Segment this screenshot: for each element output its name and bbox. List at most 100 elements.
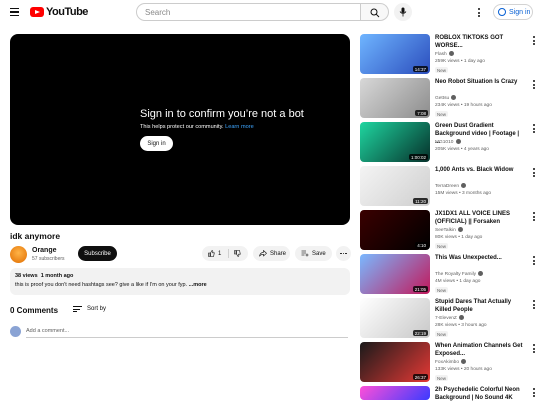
verified-icon (451, 95, 457, 100)
video-menu-icon[interactable] (533, 256, 535, 265)
channel-avatar[interactable] (10, 246, 27, 263)
video-menu-icon[interactable] (533, 168, 535, 177)
video-menu-icon[interactable] (533, 300, 535, 309)
video-thumbnail[interactable]: 4:10 (360, 210, 430, 250)
video-menu-icon[interactable] (533, 80, 535, 89)
upload-age: 1 day ago (463, 59, 485, 64)
verified-icon (461, 183, 467, 188)
thumbs-down-icon (234, 250, 241, 257)
video-title: idk anymore (10, 231, 61, 241)
recommended-views: 259K views • 1 day ago (435, 59, 485, 64)
view-count: 80K views (435, 235, 457, 240)
recommended-channel[interactable]: Flash (435, 51, 455, 57)
dislike-button[interactable] (229, 250, 241, 257)
search-icon (370, 8, 380, 18)
video-duration: 11:20 (413, 198, 428, 204)
channel-name[interactable]: Orange (32, 247, 57, 254)
new-badge: New (435, 111, 449, 117)
description-body: this is proof you don't need hashtags se… (15, 282, 188, 288)
sign-in-button[interactable]: Sign in (493, 4, 533, 20)
show-more-link[interactable]: ...more (189, 282, 207, 288)
recommended-video[interactable]: 26:37 When Animation Channels Get Expose… (360, 342, 535, 382)
subscriber-count: 57 subscribers (32, 256, 65, 262)
player-sign-in-button[interactable]: Sign in (140, 136, 173, 151)
video-thumbnail[interactable] (360, 386, 430, 400)
more-actions-button[interactable] (336, 246, 351, 261)
recommended-views: 28K views • 3 hours ago (435, 323, 487, 328)
recommended-channel[interactable]: FoxAkimbo (435, 359, 467, 365)
recommended-channel[interactable]: 7-ElevenZ (435, 315, 465, 321)
learn-more-link[interactable]: Learn more (225, 124, 254, 130)
recommended-title[interactable]: JX1DX1 ALL VOICE LINES (OFFICIAL) || For… (435, 210, 523, 226)
video-thumbnail[interactable]: 22:19 (360, 298, 430, 338)
video-duration: 26:37 (412, 374, 428, 380)
recommended-title[interactable]: 2h Psychedelic Colorful Neon Background … (435, 386, 523, 402)
recommended-channel[interactable]: SeeTalkin (435, 227, 464, 233)
add-comment-input[interactable]: Add a comment... (26, 328, 348, 338)
video-thumbnail[interactable]: 14:37 (360, 34, 430, 74)
recommended-views: 15M views • 3 months ago (435, 191, 491, 196)
share-button[interactable]: Share (253, 246, 290, 261)
video-menu-icon[interactable] (533, 344, 535, 353)
upload-age: 4 years ago (463, 147, 489, 152)
channel-name-text: 7-ElevenZ (435, 315, 459, 321)
upload-age: 1 day ago (461, 235, 483, 240)
video-duration: 4:10 (415, 242, 428, 248)
recommended-views: 205K views • 4 years ago (435, 147, 489, 152)
video-menu-icon[interactable] (533, 388, 535, 397)
like-button[interactable]: 1 (202, 249, 229, 258)
recommended-video[interactable]: 2h Psychedelic Colorful Neon Background … (360, 386, 535, 402)
search-input[interactable]: Search (136, 3, 361, 21)
video-menu-icon[interactable] (533, 212, 535, 221)
recommended-video[interactable]: 7:08 Neo Robot Situation Is Crazy Gettsu… (360, 78, 535, 118)
settings-kebab-icon[interactable] (478, 8, 480, 17)
recommended-video[interactable]: 21:05 This Was Unexpected... The Royalty… (360, 254, 535, 294)
voice-search-button[interactable] (394, 3, 412, 21)
video-thumbnail[interactable]: 7:08 (360, 78, 430, 118)
search-button[interactable] (361, 3, 389, 21)
recommended-channel[interactable]: TerraDreen (435, 183, 467, 189)
view-count: 234K views (435, 103, 460, 108)
save-button[interactable]: Save (295, 246, 332, 261)
video-thumbnail[interactable]: 26:37 (360, 342, 430, 382)
subscribe-button[interactable]: Subscribe (78, 246, 117, 261)
sort-comments-button[interactable]: Sort by (73, 306, 106, 312)
recommended-channel[interactable]: MG1010 (435, 139, 461, 145)
recommended-video[interactable]: 14:37 ROBLOX TIKTOKS GOT WORSE... Flash … (360, 34, 535, 74)
youtube-logo[interactable]: YouTube (30, 6, 88, 18)
description-box[interactable]: 38 views 1 month ago this is proof you d… (10, 268, 350, 295)
new-badge: New (435, 67, 449, 73)
menu-icon[interactable] (10, 8, 19, 16)
channel-name-text: TerraDreen (435, 183, 461, 189)
channel-name-text: Gettsu (435, 95, 451, 101)
video-thumbnail[interactable]: 1:00:02 (360, 122, 430, 162)
recommended-video[interactable]: 22:19 Stupid Dares That Actually Killed … (360, 298, 535, 338)
upload-age: 3 hours ago (461, 323, 487, 328)
recommended-video[interactable]: 4:10 JX1DX1 ALL VOICE LINES (OFFICIAL) |… (360, 210, 535, 250)
video-thumbnail[interactable]: 11:20 (360, 166, 430, 206)
verified-icon (461, 359, 467, 364)
recommended-channel[interactable]: Gettsu (435, 95, 457, 101)
recommended-views: 234K views • 19 hours ago (435, 103, 492, 108)
verified-icon (459, 315, 465, 320)
recommended-title[interactable]: 1,000 Ants vs. Black Widow (435, 166, 523, 174)
recommended-channel[interactable]: The Royalty Family (435, 271, 484, 277)
recommended-video[interactable]: 11:20 1,000 Ants vs. Black Widow TerraDr… (360, 166, 535, 206)
recommended-title[interactable]: Stupid Dares That Actually Killed People (435, 298, 523, 314)
channel-name-text: SeeTalkin (435, 227, 458, 233)
youtube-play-icon (30, 7, 44, 17)
recommended-title[interactable]: When Animation Channels Get Exposed... (435, 342, 523, 358)
view-count: 28K views (435, 323, 457, 328)
recommended-video[interactable]: 1:00:02 Green Dust Gradient Background v… (360, 122, 535, 162)
recommended-title[interactable]: Neo Robot Situation Is Crazy (435, 78, 523, 86)
recommended-title[interactable]: ROBLOX TIKTOKS GOT WORSE... (435, 34, 523, 50)
recommended-views: 4M views • 1 day ago (435, 279, 480, 284)
video-menu-icon[interactable] (533, 36, 535, 45)
video-thumbnail[interactable]: 21:05 (360, 254, 430, 294)
video-menu-icon[interactable] (533, 124, 535, 133)
recommended-views: 133K views • 20 hours ago (435, 367, 492, 372)
bot-check-text: This helps protect our community. (140, 124, 224, 130)
channel-name-text: The Royalty Family (435, 271, 478, 277)
recommended-title[interactable]: This Was Unexpected... (435, 254, 523, 262)
verified-icon (449, 51, 455, 56)
